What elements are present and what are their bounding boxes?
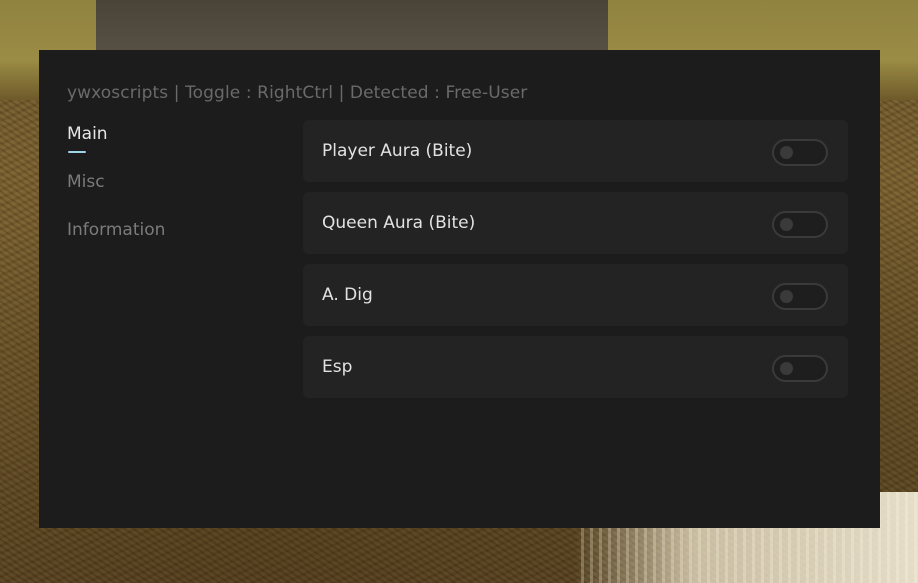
feature-label: Queen Aura (Bite) bbox=[322, 213, 476, 233]
game-background-wall bbox=[96, 0, 608, 52]
feature-row-queen-aura[interactable]: Queen Aura (Bite) bbox=[303, 192, 848, 254]
tab-information[interactable]: Information bbox=[67, 220, 287, 268]
tab-list: Main Misc Information bbox=[67, 124, 287, 268]
feature-row-esp[interactable]: Esp bbox=[303, 336, 848, 398]
tab-misc[interactable]: Misc bbox=[67, 172, 287, 220]
auto-dig-toggle[interactable] bbox=[772, 283, 828, 310]
toggle-knob bbox=[780, 218, 793, 231]
feature-row-auto-dig[interactable]: A. Dig bbox=[303, 264, 848, 326]
tab-main[interactable]: Main bbox=[67, 124, 287, 172]
player-aura-toggle[interactable] bbox=[772, 139, 828, 166]
toggle-knob bbox=[780, 146, 793, 159]
feature-label: Player Aura (Bite) bbox=[322, 141, 473, 161]
esp-toggle[interactable] bbox=[772, 355, 828, 382]
feature-list: Player Aura (Bite) Queen Aura (Bite) A. … bbox=[303, 120, 848, 408]
active-tab-indicator bbox=[68, 151, 86, 153]
queen-aura-toggle[interactable] bbox=[772, 211, 828, 238]
feature-label: A. Dig bbox=[322, 285, 373, 305]
tab-misc-label: Misc bbox=[67, 172, 105, 192]
toggle-knob bbox=[780, 362, 793, 375]
script-hub-window: ywxoscripts | Toggle : RightCtrl | Detec… bbox=[39, 50, 880, 528]
toggle-knob bbox=[780, 290, 793, 303]
tab-main-label: Main bbox=[67, 124, 108, 144]
window-title: ywxoscripts | Toggle : RightCtrl | Detec… bbox=[67, 83, 528, 103]
feature-label: Esp bbox=[322, 357, 353, 377]
tab-information-label: Information bbox=[67, 220, 166, 240]
feature-row-player-aura[interactable]: Player Aura (Bite) bbox=[303, 120, 848, 182]
